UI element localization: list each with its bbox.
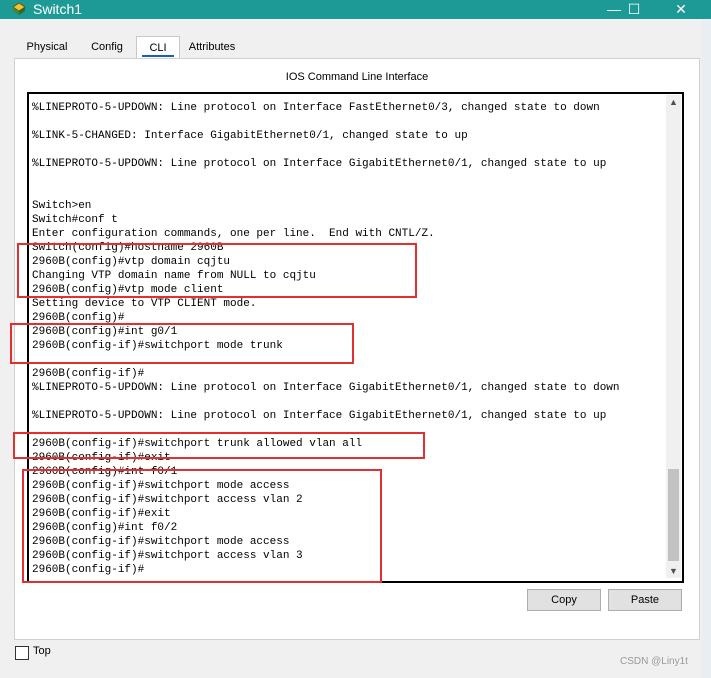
- background-strip: [702, 19, 711, 678]
- maximize-button[interactable]: ☐: [614, 0, 654, 19]
- scrollbar-thumb[interactable]: [668, 469, 679, 561]
- tab-cli-label: CLI: [149, 42, 167, 54]
- top-checkbox-label: Top: [33, 645, 51, 657]
- terminal-line: Switch>en: [32, 200, 92, 212]
- terminal-line: Setting device to VTP CLIENT mode.: [32, 298, 257, 310]
- tab-attributes[interactable]: Attributes: [180, 36, 244, 58]
- highlight-box-allowed-vlan: [13, 432, 425, 459]
- terminal-line: 2960B(config-if)#: [32, 368, 145, 380]
- terminal-line: %LINEPROTO-5-UPDOWN: Line protocol on In…: [32, 382, 620, 394]
- tab-config[interactable]: Config: [84, 36, 130, 58]
- copy-button[interactable]: Copy: [527, 589, 601, 611]
- title-bar[interactable]: Switch1 — ☐ ✕: [0, 0, 711, 19]
- terminal-line: %LINEPROTO-5-UPDOWN: Line protocol on In…: [32, 158, 607, 170]
- highlight-box-access-ports: [22, 469, 382, 583]
- active-tab-indicator: [142, 55, 174, 57]
- panel-title: IOS Command Line Interface: [285, 71, 429, 83]
- top-checkbox[interactable]: [15, 646, 29, 660]
- tab-physical[interactable]: Physical: [18, 36, 76, 58]
- network-device-icon: [12, 2, 26, 15]
- highlight-box-trunk-mode: [10, 323, 354, 364]
- tab-cli[interactable]: CLI: [136, 36, 180, 59]
- terminal-line: %LINEPROTO-5-UPDOWN: Line protocol on In…: [32, 102, 600, 114]
- terminal-line: %LINK-5-CHANGED: Interface GigabitEthern…: [32, 130, 468, 142]
- watermark: CSDN @Liny1t: [620, 656, 688, 667]
- window-title: Switch1: [33, 1, 83, 17]
- terminal-scrollbar[interactable]: ▲ ▼: [666, 95, 681, 578]
- terminal-line: %LINEPROTO-5-UPDOWN: Line protocol on In…: [32, 410, 607, 422]
- scroll-down-icon[interactable]: ▼: [666, 564, 681, 578]
- paste-button[interactable]: Paste: [608, 589, 682, 611]
- close-button[interactable]: ✕: [661, 0, 701, 19]
- scroll-up-icon[interactable]: ▲: [666, 95, 681, 109]
- terminal-line: Enter configuration commands, one per li…: [32, 228, 435, 240]
- highlight-box-hostname-vtp: [17, 243, 417, 298]
- terminal-line: Switch#conf t: [32, 214, 118, 226]
